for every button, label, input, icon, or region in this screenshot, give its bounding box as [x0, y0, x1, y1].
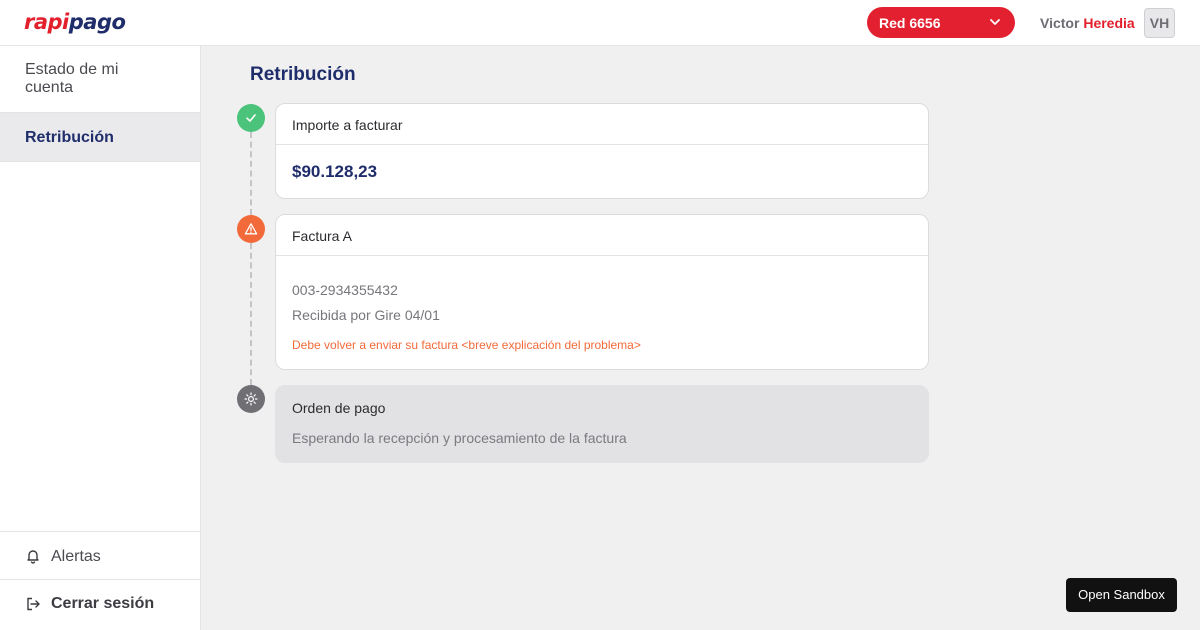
timeline-connector — [250, 132, 252, 215]
sidebar-item-label: Alertas — [51, 548, 101, 565]
logout-icon — [27, 597, 40, 611]
user-name: Victor Heredia — [1040, 15, 1135, 31]
invoice-received-status: Recibida por Gire 04/01 — [292, 307, 440, 323]
user-last-name: Heredia — [1083, 15, 1135, 31]
warning-icon — [244, 223, 258, 235]
sun-icon — [244, 392, 258, 406]
sidebar-item-alertas[interactable]: Alertas — [0, 531, 200, 580]
logo-text-pago: pago — [68, 10, 126, 34]
user-first-name: Victor — [1040, 15, 1080, 31]
factura-card: Factura A 003-2934355432 Recibida por Gi… — [275, 214, 929, 370]
bell-icon — [27, 550, 39, 564]
open-sandbox-button[interactable]: Open Sandbox — [1066, 578, 1177, 612]
account-selector-label: Red 6656 — [879, 15, 941, 31]
invoice-number: 003-2934355432 — [292, 282, 398, 298]
logo-text-rapi: rapi — [24, 10, 69, 34]
timeline-connector — [250, 243, 252, 385]
orden-de-pago-title: Orden de pago — [292, 400, 386, 416]
rapipago-logo[interactable]: rapipago — [24, 10, 126, 34]
sidebar-item-estado-de-cuenta[interactable]: Estado de mi cuenta — [0, 46, 200, 113]
orden-de-pago-description: Esperando la recepción y procesamiento d… — [292, 430, 627, 446]
importe-card-title: Importe a facturar — [276, 104, 928, 145]
invoice-error-message: Debe volver a enviar su factura <breve e… — [292, 338, 641, 352]
step-status-pending — [237, 385, 265, 413]
check-icon — [246, 114, 256, 122]
importe-amount: $90.128,23 — [292, 162, 378, 181]
page-title: Retribución — [250, 64, 356, 85]
avatar[interactable]: VH — [1144, 8, 1175, 38]
sidebar: Estado de mi cuenta Retribución Alertas … — [0, 46, 201, 630]
sidebar-item-label: Cerrar sesión — [51, 595, 155, 612]
sidebar-item-cerrar-sesion[interactable]: Cerrar sesión — [0, 580, 200, 629]
orden-de-pago-card: Orden de pago Esperando la recepción y p… — [275, 385, 929, 463]
factura-card-title: Factura A — [276, 215, 928, 256]
sidebar-item-retribucion[interactable]: Retribución — [0, 113, 200, 162]
chevron-down-icon — [990, 19, 1000, 25]
step-status-warning — [237, 215, 265, 243]
top-header: rapipago Red 6656 Victor Heredia VH — [0, 0, 1200, 46]
account-selector[interactable]: Red 6656 — [867, 7, 1015, 38]
importe-card: Importe a facturar $90.128,23 — [275, 103, 929, 199]
step-status-success — [237, 104, 265, 132]
